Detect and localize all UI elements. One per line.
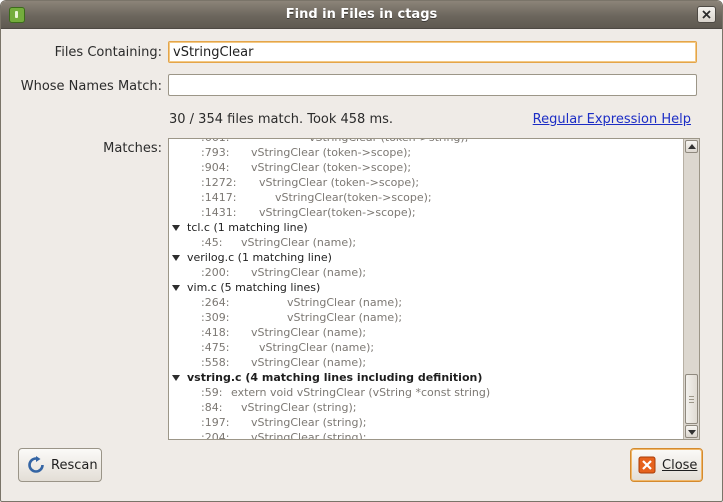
match-line-number: :45: <box>201 236 223 249</box>
match-line-text: vStringClear (name); <box>251 326 367 339</box>
matches-scrollbar[interactable] <box>683 139 699 439</box>
match-line-number: :1272: <box>201 176 237 189</box>
match-line-number: :558: <box>201 356 230 369</box>
match-row[interactable]: :59: extern void vStringClear (vString *c… <box>169 385 681 400</box>
match-line-number: :475: <box>201 341 230 354</box>
match-line-number: :59: <box>201 386 223 399</box>
files-containing-input[interactable] <box>168 41 697 63</box>
match-row[interactable]: :1431: vStringClear(token->scope); <box>169 205 681 220</box>
window-title: Find in Files in ctags <box>285 7 438 22</box>
match-row[interactable]: :1272: vStringClear (token->scope); <box>169 175 681 190</box>
match-line-text: vStringClear (name); <box>287 296 403 309</box>
match-row[interactable]: :793: vStringClear (token->scope); <box>169 145 681 160</box>
titlebar[interactable]: Find in Files in ctags <box>1 1 722 29</box>
match-line-number: :793: <box>201 146 230 159</box>
match-line-text: vStringClear (name); <box>241 236 357 249</box>
match-row[interactable]: :200: vStringClear (name); <box>169 265 681 280</box>
match-row[interactable]: :45: vStringClear (name); <box>169 235 681 250</box>
expander-triangle-icon[interactable] <box>172 375 180 381</box>
match-line-number: :309: <box>201 311 230 324</box>
match-row[interactable]: :309: vStringClear (name); <box>169 310 681 325</box>
match-line-text: vStringClear (name); <box>259 341 375 354</box>
match-line-number: :1431: <box>201 206 237 219</box>
match-line-text: vStringClear (string); <box>251 431 367 440</box>
scroll-thumb[interactable] <box>685 374 698 424</box>
whose-names-match-input[interactable] <box>168 74 697 96</box>
file-group-row[interactable]: tcl.c (1 matching line) <box>169 220 681 235</box>
file-group-label: vstring.c (4 matching lines including de… <box>187 371 483 384</box>
match-line-text: vStringClear(token->scope); <box>275 191 432 204</box>
match-row[interactable]: :197: vStringClear (string); <box>169 415 681 430</box>
whose-names-match-label: Whose Names Match: <box>20 79 162 94</box>
file-group-row[interactable]: verilog.c (1 matching line) <box>169 250 681 265</box>
rescan-button[interactable]: Rescan <box>18 448 102 482</box>
scroll-down-button[interactable] <box>685 425 698 438</box>
expander-triangle-icon[interactable] <box>172 285 180 291</box>
match-line-number: :200: <box>201 266 230 279</box>
match-row[interactable]: :204: vStringClear (string); <box>169 430 681 440</box>
match-row[interactable]: :418: vStringClear (name); <box>169 325 681 340</box>
match-line-text: vStringClear (string); <box>251 416 367 429</box>
match-line-number: :204: <box>201 431 230 440</box>
match-line-text: vStringClear(token->scope); <box>259 206 416 219</box>
arrow-down-icon <box>688 430 696 435</box>
match-line-text: vStringClear (name); <box>287 311 403 324</box>
match-line-text: vStringClear (name); <box>251 266 367 279</box>
matches-label: Matches: <box>103 141 162 156</box>
match-line-number: :84: <box>201 401 223 414</box>
match-line-number: :264: <box>201 296 230 309</box>
match-row[interactable]: :661: vStringClear (token->string); <box>169 139 681 145</box>
match-line-text: vStringClear (token->scope); <box>259 176 420 189</box>
file-group-label: verilog.c (1 matching line) <box>187 251 332 264</box>
match-line-number: :904: <box>201 161 230 174</box>
refresh-icon <box>28 456 44 473</box>
match-line-text: vStringClear (token->scope); <box>251 161 412 174</box>
match-line-text: vStringClear (token->scope); <box>251 146 412 159</box>
match-row[interactable]: :264: vStringClear (name); <box>169 295 681 310</box>
file-group-label: tcl.c (1 matching line) <box>187 221 308 234</box>
match-row[interactable]: :904: vStringClear (token->scope); <box>169 160 681 175</box>
expander-triangle-icon[interactable] <box>172 225 180 231</box>
match-line-number: :418: <box>201 326 230 339</box>
match-status-text: 30 / 354 files match. Took 458 ms. <box>169 112 394 127</box>
match-line-number: :661: <box>201 139 229 145</box>
scroll-up-button[interactable] <box>685 140 698 153</box>
file-group-label: vim.c (5 matching lines) <box>187 281 321 294</box>
close-icon <box>702 10 711 19</box>
match-line-text: vStringClear (string); <box>241 401 357 414</box>
match-line-number: :197: <box>201 416 230 429</box>
regex-help-link[interactable]: Regular Expression Help <box>533 112 691 127</box>
arrow-up-icon <box>688 144 696 149</box>
match-line-number: :1417: <box>201 191 237 204</box>
find-in-files-dialog: Find in Files in ctags Files Containing:… <box>0 0 723 502</box>
match-line-text: vStringClear (token->string); <box>309 139 468 145</box>
rescan-label: Rescan <box>51 458 98 473</box>
close-label: Close <box>662 458 698 473</box>
match-row[interactable]: :558: vStringClear (name); <box>169 355 681 370</box>
match-line-text: vStringClear (name); <box>251 356 367 369</box>
matches-rows: :661: vStringClear (token->string); :793: v… <box>169 139 681 440</box>
files-containing-label: Files Containing: <box>54 45 162 60</box>
file-group-row[interactable]: vstring.c (4 matching lines including de… <box>169 370 681 385</box>
expander-triangle-icon[interactable] <box>172 255 180 261</box>
close-icon <box>638 456 656 474</box>
file-group-row[interactable]: vim.c (5 matching lines) <box>169 280 681 295</box>
match-row[interactable]: :1417: vStringClear(token->scope); <box>169 190 681 205</box>
match-row[interactable]: :475: vStringClear (name); <box>169 340 681 355</box>
window-close-button[interactable] <box>697 6 716 23</box>
close-button[interactable]: Close <box>630 448 703 482</box>
match-row[interactable]: :84: vStringClear (string); <box>169 400 681 415</box>
match-line-text: extern void vStringClear (vString *const… <box>231 386 491 399</box>
matches-list[interactable]: :661: vStringClear (token->string); :793: v… <box>168 138 700 440</box>
